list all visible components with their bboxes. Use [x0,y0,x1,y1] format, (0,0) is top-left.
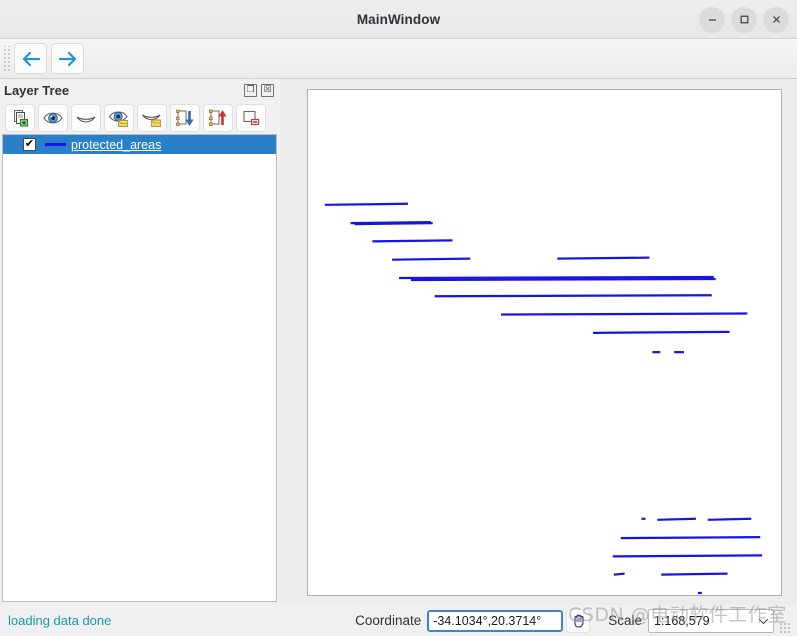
hide-all-layers-icon [76,116,96,122]
panel-title: Layer Tree [4,82,70,98]
map-features-layer [324,202,763,595]
close-icon [772,16,780,23]
map-feature-line [557,256,650,260]
scale-value: 1:168,579 [654,613,710,628]
layer-item-protected-areas[interactable]: ✔ protected_areas [3,135,276,154]
layer-list[interactable]: ✔ protected_areas [2,134,277,602]
remove-layer-icon [243,110,260,125]
scale-label: Scale [608,613,642,628]
panel-header: Layer Tree ❐ ☒ [1,79,280,101]
scale-dropdown-button[interactable] [753,610,773,632]
map-feature-line [354,221,433,226]
coordinate-lock-button[interactable] [566,608,591,633]
show-selected-layers-button[interactable] [104,103,134,132]
map-feature-line [500,312,748,316]
map-feature-line [620,535,761,540]
close-button[interactable] [763,6,789,33]
add-layer-button[interactable] [5,103,35,132]
move-layer-down-icon [176,109,194,126]
layer-symbol-swatch [45,139,66,151]
status-message: loading data done [8,613,112,628]
minimize-icon [708,19,716,21]
forward-arrow-icon [58,51,76,66]
window-controls [699,0,789,39]
show-all-layers-icon [43,112,63,123]
remove-layer-button[interactable] [236,103,266,132]
main-window: MainWindow Layer Tree ❐ ☒ ✔ protected_ar… [0,0,797,636]
map-canvas-container [285,79,797,605]
map-feature-line [392,257,471,261]
map-feature-line [372,239,453,243]
map-feature-line [434,294,712,298]
back-arrow-icon [22,51,40,66]
hide-selected-layers-button[interactable] [137,103,167,132]
show-selected-layers-icon [108,110,128,127]
move-layer-up-icon [209,109,227,126]
map-canvas[interactable] [307,89,782,596]
layer-tree-toolbar [1,101,280,134]
map-feature-line [324,202,408,206]
back-button[interactable] [14,43,47,74]
window-title: MainWindow [356,11,441,27]
map-feature-line [612,554,763,558]
show-all-layers-button[interactable] [38,103,68,132]
chevron-down-icon [758,618,768,624]
map-feature-line [661,572,728,576]
panel-close-button[interactable]: ☒ [261,83,274,97]
maximize-button[interactable] [731,6,757,33]
maximize-icon [740,15,748,24]
minimize-button[interactable] [699,6,725,33]
map-feature-line [613,572,625,576]
add-layer-icon [14,109,28,126]
map-feature-line [707,517,752,521]
hide-all-layers-button[interactable] [71,103,101,132]
move-layer-up-button[interactable] [203,103,233,132]
scale-combobox[interactable]: 1:168,579 [648,608,774,633]
coordinate-label: Coordinate [355,613,422,628]
layer-visibility-checkbox[interactable]: ✔ [23,138,36,151]
map-feature-line [410,277,716,282]
coordinate-input[interactable]: -34.1034°,20.3714° [427,609,564,632]
panel-float-button[interactable]: ❐ [244,83,257,97]
pan-hand-icon [574,614,584,628]
status-bar: loading data done Coordinate -34.1034°,2… [0,605,797,636]
map-feature-line [399,275,714,280]
toolbar-drag-handle[interactable] [2,45,11,72]
hide-selected-layers-icon [142,114,161,127]
forward-button[interactable] [51,43,84,74]
layer-tree-panel: Layer Tree ❐ ☒ ✔ protected_areas [0,79,280,605]
map-feature-line [592,330,730,334]
main-body: Layer Tree ❐ ☒ ✔ protected_areas [0,79,797,605]
map-feature-line [657,517,696,521]
navigation-toolbar [0,39,797,79]
window-titlebar: MainWindow [0,0,797,39]
window-resize-grip[interactable] [779,622,791,634]
move-layer-down-button[interactable] [170,103,200,132]
layer-name-label: protected_areas [71,137,162,152]
